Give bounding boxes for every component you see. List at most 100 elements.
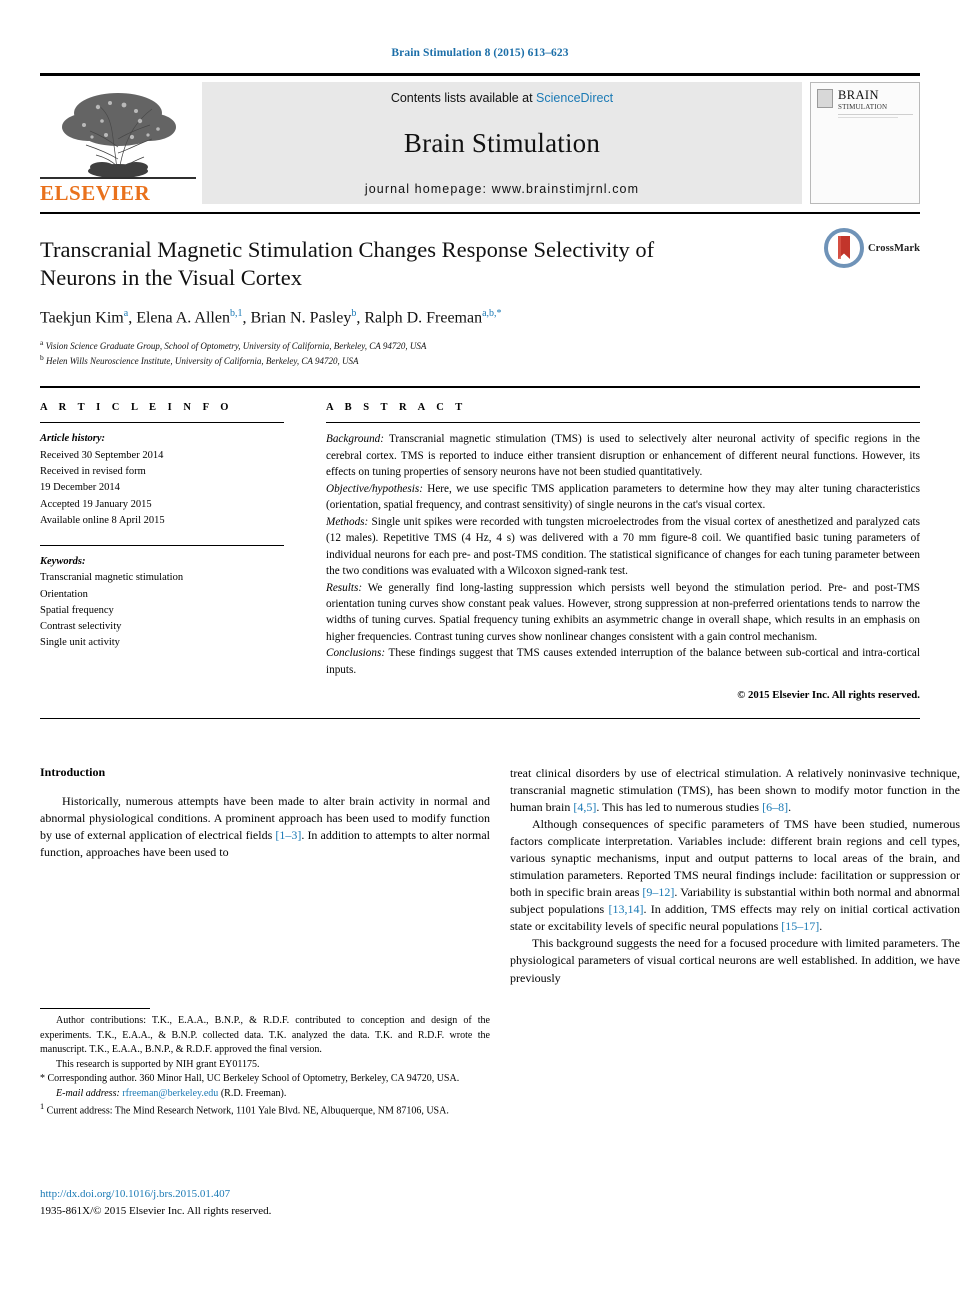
footnote-text: Corresponding author. 360 Minor Hall, UC… — [45, 1073, 460, 1084]
keyword-item: Transcranial magnetic stimulation — [40, 572, 184, 584]
citation-ref[interactable]: [9–12] — [642, 885, 674, 899]
crossmark-label: CrossMark — [868, 242, 921, 254]
intro-paragraph: treat clinical disorders by use of elect… — [510, 765, 960, 816]
intro-paragraph: This background suggests the need for a … — [510, 935, 960, 986]
sciencedirect-link[interactable]: ScienceDirect — [536, 91, 613, 105]
doi-link[interactable]: http://dx.doi.org/10.1016/j.brs.2015.01.… — [40, 1186, 500, 1203]
body-column-right: treat clinical disorders by use of elect… — [510, 765, 960, 986]
affiliation-mark: b — [40, 353, 44, 363]
citation-ref[interactable]: [13,14] — [608, 902, 643, 916]
article-body: Introduction Historically, numerous atte… — [40, 765, 960, 986]
journal-masthead: ELSEVIER Contents lists available at Sci… — [40, 73, 920, 204]
introduction-heading: Introduction — [40, 765, 106, 780]
history-item: Received in revised form — [40, 466, 146, 477]
footnote-rule — [40, 1008, 150, 1009]
paragraph-text: This background suggests the need for a … — [510, 936, 960, 985]
abstract-section-text: We generally find long-lasting suppressi… — [326, 581, 920, 643]
abstract-section-label: Methods: — [326, 515, 369, 528]
abstract-paragraph: Objective/hypothesis: Here, we use speci… — [326, 481, 920, 514]
abstract-section-label: Background: — [326, 433, 384, 446]
author-affil-mark: a — [123, 308, 129, 320]
abstract-section-label: Conclusions: — [326, 647, 386, 660]
issn-copyright: 1935-861X/© 2015 Elsevier Inc. All right… — [40, 1204, 272, 1217]
info-abstract-section: A R T I C L E I N F O Article history: R… — [40, 388, 920, 704]
abstract-paragraph: Conclusions: These findings suggest that… — [326, 645, 920, 678]
elsevier-tree-svg — [40, 93, 196, 180]
elsevier-wordmark: ELSEVIER — [40, 181, 151, 205]
elsevier-logo: ELSEVIER — [40, 82, 196, 204]
abstract-heading: A B S T R A C T — [326, 402, 467, 414]
abstract-section-text: Transcranial magnetic stimulation (TMS) … — [326, 433, 920, 479]
paragraph-text: . — [819, 919, 823, 934]
footnote-text: (R.D. Freeman). — [218, 1087, 287, 1099]
cover-image-icon — [817, 89, 833, 108]
page-title: Transcranial Magnetic Stimulation Change… — [40, 237, 655, 291]
keyword-item: Spatial frequency — [40, 604, 114, 616]
abstract-paragraph: Background: Transcranial magnetic stimul… — [326, 431, 920, 480]
abstract-section-text: Single unit spikes were recorded with tu… — [326, 515, 920, 578]
abstract-section-label: Results: — [326, 581, 363, 594]
cover-divider — [838, 113, 913, 115]
history-item: Accepted 19 January 2015 — [40, 498, 152, 510]
footnote-current-address: 1 Current address: The Mind Research Net… — [40, 1101, 490, 1119]
contents-prefix: Contents lists available at — [390, 91, 537, 105]
keywords-label: Keywords: — [40, 556, 86, 568]
author-list: Taekjun Kima, Elena A. Allenb,1, Brian N… — [40, 308, 502, 327]
author-affil-mark: b,1 — [229, 308, 243, 320]
author-name: Taekjun Kim — [40, 309, 124, 327]
citation-ref[interactable]: [4,5] — [573, 800, 596, 814]
footnote-funding: This research is supported by NIH grant … — [56, 1058, 260, 1070]
journal-homepage-line[interactable]: journal homepage: www.brainstimjrnl.com — [202, 182, 802, 196]
abstract-section-label: Objective/hypothesis: — [326, 482, 423, 495]
abstract-bottom-rule — [40, 718, 920, 720]
abstract-copyright: © 2015 Elsevier Inc. All rights reserved… — [737, 689, 920, 702]
article-info-column: A R T I C L E I N F O Article history: R… — [40, 402, 284, 704]
body-column-left: Introduction Historically, numerous atte… — [40, 765, 490, 986]
affiliation-mark: a — [40, 338, 44, 348]
affiliation-a: a Vision Science Graduate Group, School … — [40, 338, 920, 353]
keyword-item: Contrast selectivity — [40, 621, 122, 633]
elsevier-tree-icon — [40, 87, 196, 183]
article-history-block: Article history: Received 30 September 2… — [40, 431, 284, 529]
author-affil-mark: a,b,* — [482, 308, 502, 320]
abstract-paragraph: Methods: Single unit spikes were recorde… — [326, 514, 920, 580]
crossmark-icon — [824, 228, 864, 268]
affiliation-text: Helen Wills Neuroscience Institute, Univ… — [46, 356, 359, 367]
keyword-item: Orientation — [40, 588, 88, 600]
affiliation-text: Vision Science Graduate Group, School of… — [45, 341, 427, 352]
footnote-author-contributions: Author contributions: T.K., E.A.A., B.N.… — [40, 1015, 490, 1055]
running-head: Brain Stimulation 8 (2015) 613–623 — [391, 47, 569, 59]
title-block: CrossMark Transcranial Magnetic Stimulat… — [40, 214, 920, 374]
history-item: Received 30 September 2014 — [40, 449, 164, 461]
abstract-body: Background: Transcranial magnetic stimul… — [326, 431, 920, 704]
intro-paragraph: Historically, numerous attempts have bee… — [40, 793, 490, 861]
article-info-heading: A R T I C L E I N F O — [40, 402, 233, 414]
footnote-email: E-mail address: rfreeman@berkeley.edu (R… — [40, 1087, 490, 1102]
abstract-section-text: These findings suggest that TMS causes e… — [326, 647, 920, 676]
intro-paragraph: Although consequences of specific parame… — [510, 816, 960, 935]
keywords-rule — [40, 545, 284, 547]
journal-title: Brain Stimulation — [403, 128, 601, 158]
crossmark-badge[interactable]: CrossMark — [824, 228, 920, 268]
email-label: E-mail address: — [56, 1087, 120, 1099]
keywords-block: Keywords: Transcranial magnetic stimulat… — [40, 554, 284, 652]
paragraph-text: . This has led to numerous studies — [596, 800, 763, 815]
email-link[interactable]: rfreeman@berkeley.edu — [122, 1088, 218, 1099]
citation-ref[interactable]: [6–8] — [762, 800, 788, 814]
journal-article-page: Brain Stimulation 8 (2015) 613–623 ELSEV… — [0, 0, 960, 1290]
article-history-label: Article history: — [40, 433, 106, 445]
keyword-item: Single unit activity — [40, 637, 120, 649]
paragraph-text: . — [788, 800, 792, 815]
cover-divider-2 — [838, 116, 898, 118]
cover-title-line2: STIMULATION — [838, 102, 888, 111]
cover-title-line1: BRAIN — [838, 88, 879, 102]
abstract-paragraph: Results: We generally find long-lasting … — [326, 580, 920, 646]
affiliation-b: b Helen Wills Neuroscience Institute, Un… — [40, 353, 920, 368]
citation-ref[interactable]: [1–3] — [275, 828, 301, 842]
history-item: Available online 8 April 2015 — [40, 514, 165, 526]
footer-block: http://dx.doi.org/10.1016/j.brs.2015.01.… — [40, 1186, 500, 1219]
citation-ref[interactable]: [15–17] — [781, 919, 819, 933]
footnote-text: Current address: The Mind Research Netwo… — [44, 1105, 449, 1117]
journal-cover-thumbnail: BRAIN STIMULATION — [810, 82, 920, 204]
author-name: Elena A. Allen — [136, 309, 230, 327]
